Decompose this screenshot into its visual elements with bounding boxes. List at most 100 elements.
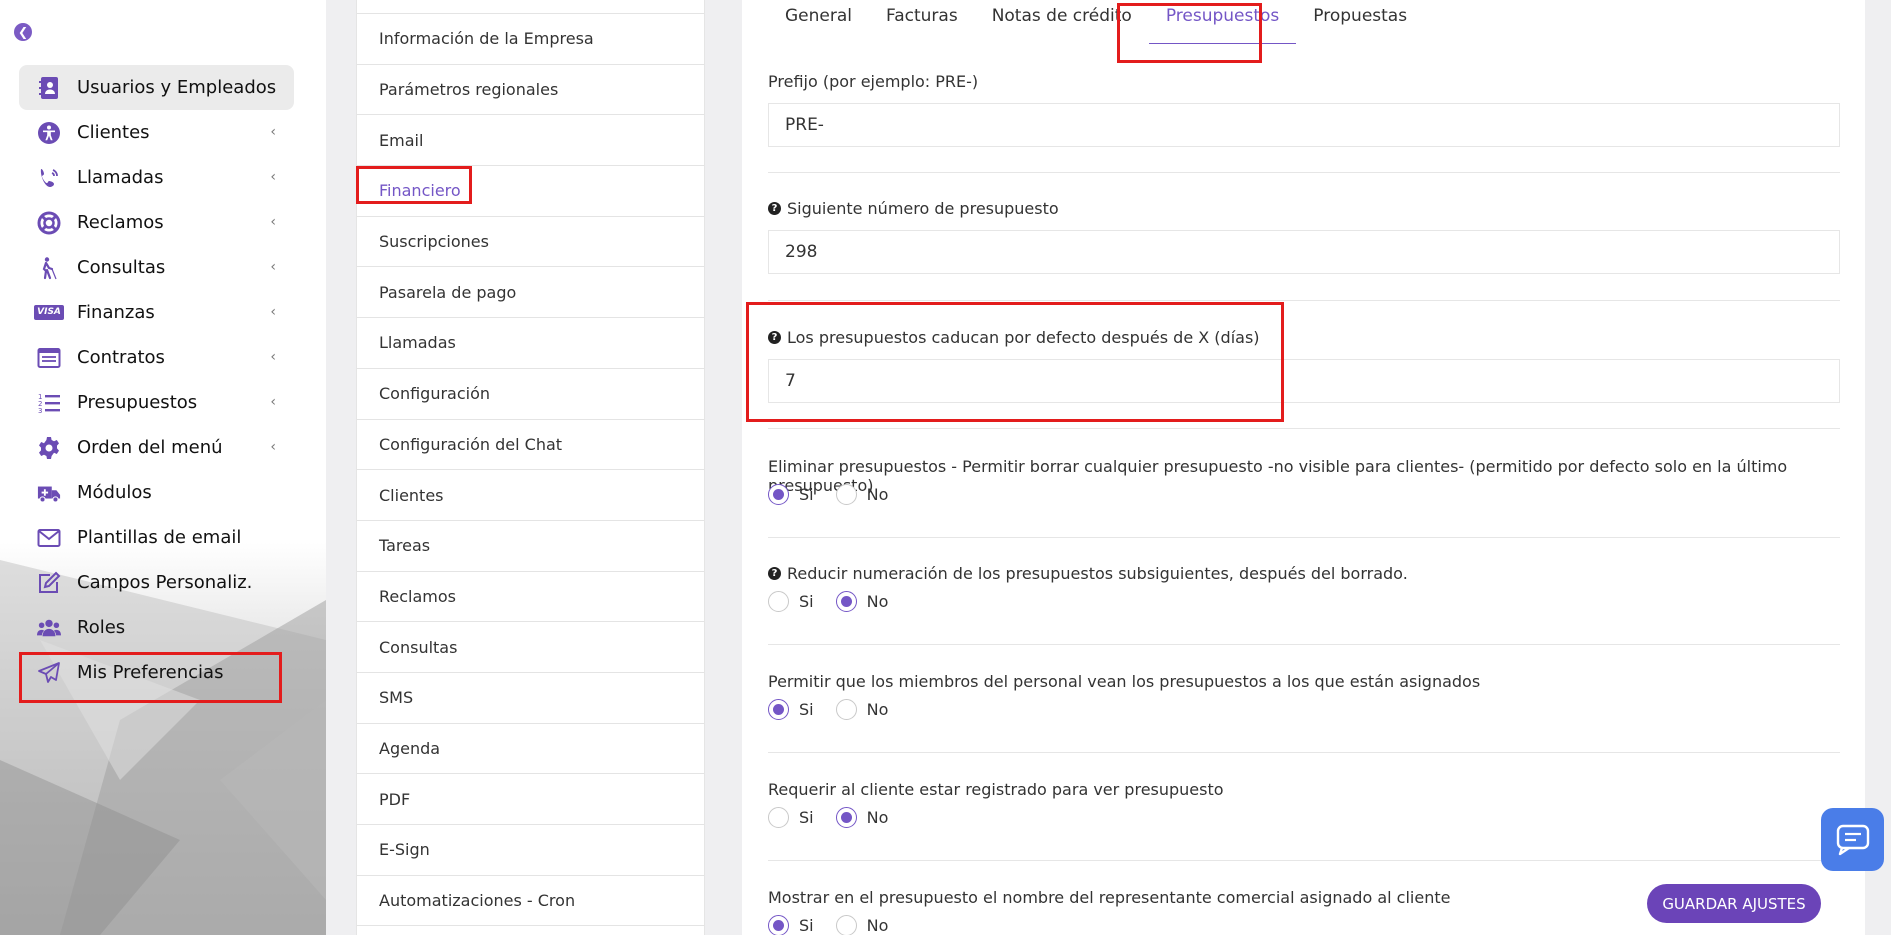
settings-nav-item[interactable]: Automatizaciones - Cron — [357, 876, 704, 927]
chevron-left-icon[interactable]: ‹ — [270, 259, 276, 275]
sidebar-item-mis-preferencias[interactable]: Mis Preferencias — [19, 650, 294, 695]
sidebar-item-finanzas[interactable]: VISA Finanzas ‹ — [19, 290, 294, 335]
radio-no[interactable] — [835, 484, 857, 505]
chat-widget-button[interactable] — [1821, 808, 1884, 871]
chevron-left-icon[interactable]: ‹ — [270, 349, 276, 365]
numbered-list-icon: 123 — [37, 391, 61, 415]
save-settings-button[interactable]: GUARDAR AJUSTES — [1647, 884, 1821, 923]
sidebar-item-campos-personaliz-[interactable]: Campos Personaliz. — [19, 560, 294, 605]
radio-option-si[interactable]: Si — [768, 699, 814, 720]
contact-book-icon — [37, 76, 61, 100]
help-icon[interactable]: ? — [768, 567, 781, 580]
sidebar-item-llamadas[interactable]: Llamadas ‹ — [19, 155, 294, 200]
chevron-left-icon[interactable]: ‹ — [270, 169, 276, 185]
radio-option-no[interactable]: No — [835, 591, 888, 612]
tab-propuestas[interactable]: Propuestas — [1296, 0, 1424, 44]
chevron-left-icon[interactable]: ‹ — [270, 394, 276, 410]
radio-si[interactable] — [768, 484, 789, 505]
radio-option-si[interactable]: Si — [768, 915, 814, 935]
radio-no[interactable] — [835, 807, 857, 828]
settings-nav-item[interactable]: Clientes — [357, 470, 704, 521]
tab-notas-de-crédito[interactable]: Notas de crédito — [975, 0, 1149, 44]
settings-nav-top-divider — [357, 0, 704, 14]
radio-option-no[interactable]: No — [835, 699, 888, 720]
sidebar-item-roles[interactable]: Roles — [19, 605, 294, 650]
prefix-input[interactable] — [768, 103, 1840, 147]
tab-general[interactable]: General — [768, 0, 869, 44]
sidebar-item-usuarios-y-empleados[interactable]: Usuarios y Empleados — [19, 65, 294, 110]
radio-option-no[interactable]: No — [835, 807, 888, 828]
sidebar-item-presupuestos[interactable]: 1 2 3 Presupuestos ‹ — [19, 380, 294, 425]
settings-nav-item[interactable]: Configuración del Chat — [357, 420, 704, 471]
next-number-input[interactable] — [768, 230, 1840, 274]
tab-presupuestos[interactable]: Presupuestos — [1148, 0, 1297, 44]
divider — [768, 860, 1840, 861]
settings-nav-item[interactable]: Información de la Empresa — [357, 14, 704, 65]
collapse-sidebar-icon[interactable]: ❮ — [14, 23, 32, 41]
settings-nav-item[interactable]: PDF — [357, 774, 704, 825]
sidebar-item-label: Reclamos — [77, 212, 164, 233]
sidebar-item-label: Módulos — [77, 482, 152, 503]
chevron-left-icon[interactable]: ‹ — [270, 439, 276, 455]
radio-option-si[interactable]: Si — [768, 484, 814, 505]
radio-option-no[interactable]: No — [835, 484, 888, 505]
radio-group-label-text: Reducir numeración de los presupuestos s… — [787, 564, 1408, 583]
sidebar-item-label: Roles — [77, 617, 126, 638]
radio-si[interactable] — [768, 915, 789, 935]
settings-nav-item[interactable]: E-Sign — [357, 825, 704, 876]
settings-nav-item[interactable]: Pasarela de pago — [357, 267, 704, 319]
radio-option-si[interactable]: Si — [768, 807, 814, 828]
radio-option-no[interactable]: No — [835, 915, 888, 935]
sidebar-item-contratos[interactable]: Contratos ‹ — [19, 335, 294, 380]
divider — [768, 300, 1840, 301]
contract-list-icon — [37, 346, 61, 370]
sidebar-menu: Usuarios y Empleados Clientes ‹ Llamadas ‹ Re… — [19, 65, 294, 695]
radio-si[interactable] — [768, 591, 789, 612]
radio-si[interactable] — [768, 699, 789, 720]
settings-nav-item[interactable]: Email — [357, 115, 704, 167]
settings-nav-item[interactable]: Agenda — [357, 724, 704, 775]
settings-nav-item[interactable]: Configuración — [357, 369, 704, 420]
sidebar-item-orden-del-menú[interactable]: Orden del menú ‹ — [19, 425, 294, 470]
expiry-days-input[interactable] — [768, 359, 1840, 403]
radio-si[interactable] — [768, 807, 789, 828]
radio-group-label: Eliminar presupuestos - Permitir borrar … — [768, 457, 1865, 495]
settings-nav-item[interactable]: Parámetros regionales — [357, 65, 704, 116]
radio-group: Si No — [768, 915, 910, 935]
radio-label: Si — [799, 700, 814, 719]
chevron-left-icon[interactable]: ‹ — [270, 214, 276, 230]
settings-nav-item[interactable]: Llamadas — [357, 318, 704, 369]
settings-nav-item[interactable]: Consultas — [357, 622, 704, 673]
sidebar-item-módulos[interactable]: Módulos — [19, 470, 294, 515]
radio-group-label-text: Mostrar en el presupuesto el nombre del … — [768, 888, 1451, 907]
phone-volume-icon — [37, 166, 61, 190]
radio-no[interactable] — [835, 915, 857, 935]
sidebar-item-label: Plantillas de email — [77, 527, 242, 548]
radio-option-si[interactable]: Si — [768, 591, 814, 612]
settings-tabs: General Facturas Notas de crédito Presupues… — [768, 0, 1424, 44]
sidebar-item-plantillas-de-email[interactable]: Plantillas de email — [19, 515, 294, 560]
settings-nav: Información de la Empresa Parámetros regi… — [356, 0, 705, 935]
settings-nav-item[interactable]: SMS — [357, 673, 704, 724]
help-icon[interactable]: ? — [768, 202, 781, 215]
settings-nav-item[interactable]: Financiero — [357, 166, 704, 217]
sidebar-item-consultas[interactable]: Consultas ‹ — [19, 245, 294, 290]
sidebar-item-reclamos[interactable]: Reclamos ‹ — [19, 200, 294, 245]
settings-nav-item[interactable]: Reclamos — [357, 572, 704, 623]
chevron-left-icon[interactable]: ‹ — [270, 124, 276, 140]
help-icon[interactable]: ? — [768, 331, 781, 344]
sidebar-item-label: Llamadas — [77, 167, 164, 188]
sidebar-item-clientes[interactable]: Clientes ‹ — [19, 110, 294, 155]
tab-facturas[interactable]: Facturas — [869, 0, 975, 44]
accessibility-icon — [37, 121, 61, 145]
settings-nav-item[interactable]: Suscripciones — [357, 217, 704, 268]
settings-nav-item[interactable]: Tareas — [357, 521, 704, 572]
radio-no[interactable] — [835, 591, 857, 612]
sidebar-item-label: Presupuestos — [77, 392, 198, 413]
chevron-left-icon[interactable]: ‹ — [270, 304, 276, 320]
next-number-label-text: Siguiente número de presupuesto — [787, 199, 1059, 218]
ambulance-icon — [37, 481, 61, 505]
radio-no[interactable] — [835, 699, 857, 720]
divider — [768, 537, 1840, 538]
divider — [768, 752, 1840, 753]
